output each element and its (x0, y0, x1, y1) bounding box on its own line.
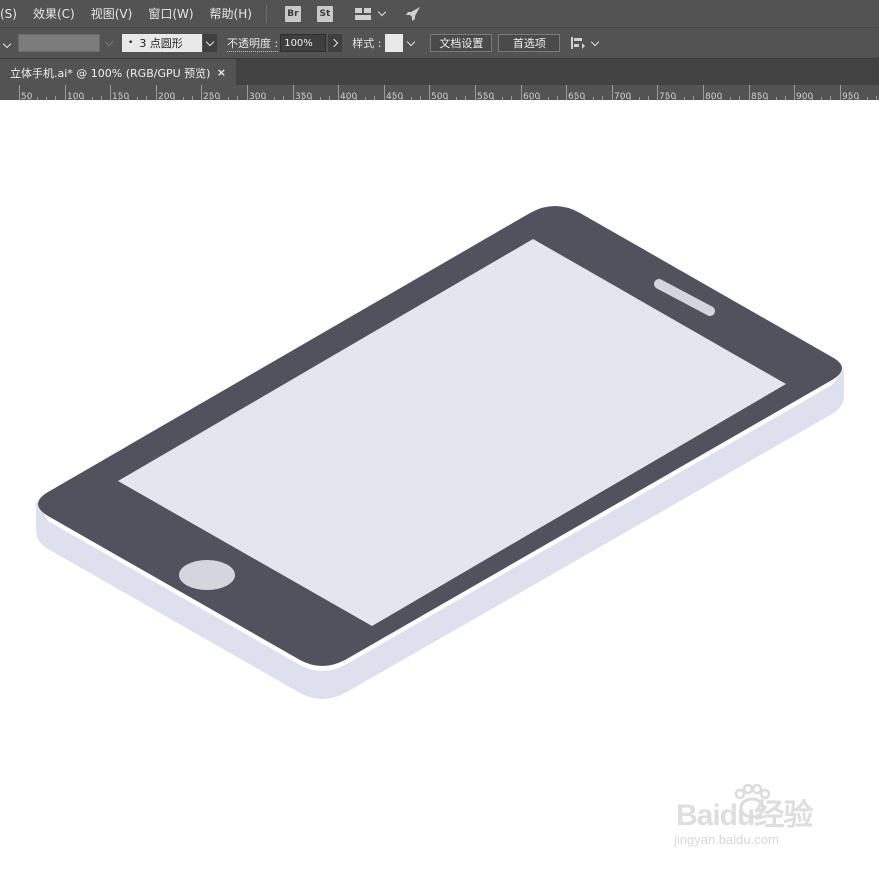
ruler-major-tick (247, 85, 248, 100)
preferences-button[interactable]: 首选项 (498, 34, 561, 52)
horizontal-ruler[interactable]: 50 100 150 200 250 300 350 400 450 500 550 600 650 70… (0, 85, 879, 100)
watermark-url: jingyan.baidu.com (674, 832, 779, 847)
stock-icon[interactable]: St (316, 5, 333, 22)
menu-item-view[interactable]: 视图(V) (83, 5, 141, 22)
chevron-down-icon (205, 37, 215, 46)
ruler-major-tick (110, 85, 111, 100)
ruler-label: 50 (21, 92, 33, 101)
ruler-label: 300 (249, 92, 267, 101)
opacity-input[interactable]: 100% (280, 34, 327, 52)
ruler-label: 200 (158, 92, 176, 101)
chevron-down-icon (104, 37, 114, 46)
ruler-major-tick (749, 85, 750, 100)
chevron-down-icon (377, 7, 387, 17)
ruler-label: 150 (112, 92, 130, 101)
ruler-major-tick (19, 85, 20, 100)
ruler-label: 750 (659, 92, 677, 101)
document-setup-button[interactable]: 文档设置 (430, 34, 493, 52)
ruler-label: 700 (614, 92, 632, 101)
home-button (179, 560, 235, 590)
fill-dropdown-arrow[interactable] (2, 37, 12, 50)
stroke-weight-dropdown[interactable] (102, 34, 116, 52)
menu-bar: (S) 效果(C) 视图(V) 窗口(W) 帮助(H) Br St (0, 0, 879, 27)
ruler-label: 900 (796, 92, 814, 101)
menu-item-select[interactable]: (S) (0, 7, 25, 21)
ruler-major-tick (840, 85, 841, 100)
menu-separator (265, 4, 267, 23)
ruler-major-tick (429, 85, 430, 100)
ruler-label: 650 (568, 92, 586, 101)
ruler-label: 800 (705, 92, 723, 101)
ruler-major-tick (156, 85, 157, 100)
ruler-label: 100 (67, 92, 85, 101)
brush-dot-icon: • (128, 38, 134, 48)
ruler-label: 400 (340, 92, 358, 101)
workspace-switcher-icon[interactable] (354, 7, 387, 20)
chevron-right-icon (329, 38, 338, 48)
artboard-canvas[interactable]: Baidu经验 jingyan.baidu.com (0, 100, 879, 873)
watermark-brand: Baidu经验 (676, 799, 813, 832)
document-tab-bar: 立体手机.ai* @ 100% (RGB/GPU 预览) × (0, 58, 879, 86)
baidu-watermark: Baidu经验 jingyan.baidu.com (672, 784, 842, 850)
ruler-major-tick (657, 85, 658, 100)
document-tab-title: 立体手机.ai* @ 100% (RGB/GPU 预览) (10, 66, 211, 80)
opacity-label[interactable]: 不透明度 : (227, 35, 279, 52)
ruler-major-tick (475, 85, 476, 100)
control-bar: • 3 点圆形 不透明度 : 100% 样式 : 文档设置 首选项 (0, 27, 879, 58)
brush-value: 3 点圆形 (139, 37, 183, 50)
brush-definition-field[interactable]: • 3 点圆形 (122, 34, 202, 52)
opacity-slider-button[interactable] (328, 34, 343, 52)
chevron-down-icon (407, 37, 416, 46)
rocket-icon[interactable] (405, 6, 421, 22)
ruler-major-tick (521, 85, 522, 100)
ruler-major-tick (703, 85, 704, 100)
ruler-major-tick (794, 85, 795, 100)
stroke-weight-field[interactable] (18, 34, 100, 52)
menu-item-window[interactable]: 窗口(W) (140, 5, 201, 22)
menu-item-help[interactable]: 帮助(H) (202, 5, 260, 22)
align-options-icon[interactable] (570, 36, 600, 50)
style-dropdown[interactable] (404, 34, 418, 52)
ruler-major-tick (65, 85, 66, 100)
ruler-major-tick (293, 85, 294, 100)
ruler-label: 950 (842, 92, 860, 101)
chevron-down-icon (2, 39, 12, 48)
ruler-major-tick (566, 85, 567, 100)
ruler-label: 550 (477, 92, 495, 101)
ruler-major-tick (338, 85, 339, 100)
style-label: 样式 : (352, 37, 382, 50)
ruler-label: 450 (386, 92, 404, 101)
close-icon[interactable]: × (217, 66, 226, 79)
ruler-label: 250 (203, 92, 221, 101)
ruler-major-tick (384, 85, 385, 100)
bridge-icon[interactable]: Br (284, 5, 301, 22)
ruler-major-tick (201, 85, 202, 100)
chevron-down-icon (591, 37, 600, 46)
graphic-style-swatch[interactable] (385, 34, 404, 52)
menu-item-effect[interactable]: 效果(C) (25, 5, 83, 22)
ruler-label: 350 (295, 92, 313, 101)
ruler-label: 850 (751, 92, 769, 101)
isometric-phone-artwork[interactable] (0, 100, 879, 873)
layout-grid-icon (354, 7, 371, 20)
ruler-major-tick (612, 85, 613, 100)
ruler-label: 600 (523, 92, 541, 101)
ruler-label: 500 (431, 92, 449, 101)
brush-dropdown[interactable] (203, 34, 217, 52)
document-tab[interactable]: 立体手机.ai* @ 100% (RGB/GPU 预览) × (0, 59, 236, 86)
